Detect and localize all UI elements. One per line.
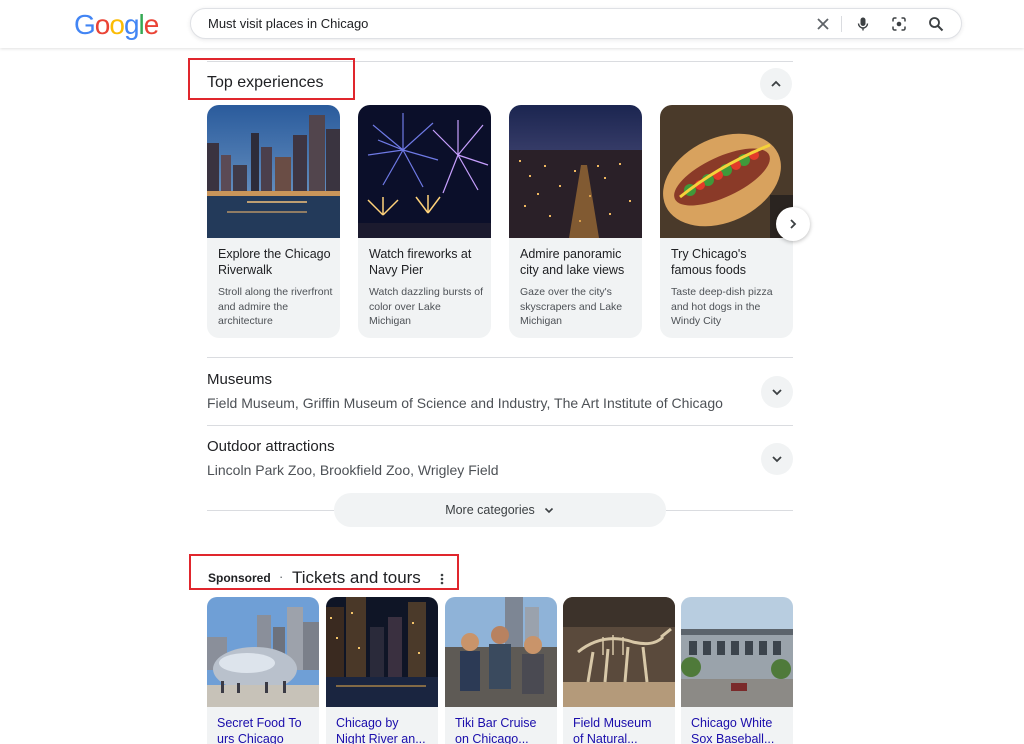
more-divider bbox=[666, 510, 793, 511]
fireworks-image bbox=[358, 105, 491, 238]
carousel-next-button[interactable] bbox=[776, 207, 810, 241]
more-categories-button[interactable]: More categories bbox=[334, 493, 666, 527]
lens-icon[interactable] bbox=[889, 14, 909, 34]
card-description: Taste deep-dish pizza and hot dogs in th… bbox=[671, 286, 773, 327]
sponsored-label: Sponsored bbox=[208, 571, 271, 585]
logo-letter: o bbox=[109, 9, 125, 40]
panoramic-view-image bbox=[509, 105, 642, 238]
tour-card[interactable]: Secret Food To urs Chicago bbox=[207, 597, 319, 744]
top-experiences-title: Top experiences bbox=[207, 74, 324, 91]
tour-title-line: Tiki Bar Cruise bbox=[455, 716, 537, 730]
tour-title: Tiki Bar Cruise on Chicago... bbox=[455, 715, 551, 744]
category-divider bbox=[207, 425, 793, 426]
tour-card[interactable]: Chicago by Night River an... bbox=[326, 597, 438, 744]
card-title: Try Chicago's famous foods bbox=[671, 247, 747, 277]
tour-card[interactable]: Tiki Bar Cruise on Chicago... bbox=[445, 597, 557, 744]
night-river-image bbox=[326, 597, 438, 707]
riverwalk-image bbox=[207, 105, 340, 238]
logo-letter: g bbox=[123, 9, 140, 40]
category-title[interactable]: Outdoor attractions bbox=[207, 438, 335, 455]
tour-title: Chicago White Sox Baseball... bbox=[691, 715, 787, 744]
collapse-button[interactable] bbox=[760, 68, 792, 100]
experience-card[interactable]: Admire panoramic city and lake views Gaz… bbox=[509, 105, 642, 338]
tour-title-line: Night River an... bbox=[336, 732, 426, 744]
card-title: Explore the Chicago Riverwalk bbox=[218, 247, 331, 277]
tour-card[interactable]: Chicago White Sox Baseball... bbox=[681, 597, 793, 744]
clear-icon[interactable] bbox=[813, 14, 833, 34]
experience-card[interactable]: Watch fireworks at Navy Pier Watch dazzl… bbox=[358, 105, 491, 338]
tour-title: Field Museum of Natural... bbox=[573, 715, 669, 744]
category-items: Field Museum, Griffin Museum of Science … bbox=[207, 395, 723, 411]
ballpark-image bbox=[681, 597, 793, 707]
logo-letter: o bbox=[94, 9, 111, 40]
category-title[interactable]: Museums bbox=[207, 371, 272, 388]
search-icon[interactable] bbox=[926, 14, 946, 34]
hot-dog-image bbox=[660, 105, 793, 238]
header: Google bbox=[0, 0, 1024, 48]
chevron-up-icon bbox=[771, 80, 781, 87]
tour-title: Secret Food To urs Chicago bbox=[217, 715, 313, 744]
search-divider bbox=[841, 16, 842, 32]
tour-title-line: Field Museum bbox=[573, 716, 652, 730]
category-items: Lincoln Park Zoo, Brookfield Zoo, Wrigle… bbox=[207, 462, 499, 478]
card-title: Watch fireworks at Navy Pier bbox=[369, 247, 472, 277]
experience-card[interactable]: Try Chicago's famous foods Taste deep-di… bbox=[660, 105, 793, 338]
tour-title-line: Sox Baseball... bbox=[691, 732, 775, 744]
more-categories-label: More categories bbox=[445, 503, 535, 517]
tour-title-line: of Natural... bbox=[573, 732, 638, 744]
search-box bbox=[190, 8, 962, 39]
tour-title-line: on Chicago... bbox=[455, 732, 529, 744]
expand-button[interactable] bbox=[761, 443, 793, 475]
chevron-down-icon bbox=[772, 456, 782, 463]
tour-card[interactable]: Field Museum of Natural... bbox=[563, 597, 675, 744]
dinosaur-skeleton-image bbox=[563, 597, 675, 707]
tickets-tours-title: Tickets and tours bbox=[292, 568, 421, 587]
search-input[interactable] bbox=[208, 9, 788, 38]
chevron-down-icon bbox=[544, 507, 553, 514]
card-description: Gaze over the city's skyscrapers and Lak… bbox=[520, 286, 623, 327]
more-divider bbox=[207, 510, 334, 511]
card-title: Admire panoramic city and lake views bbox=[520, 247, 625, 277]
cloud-gate-image bbox=[207, 597, 319, 707]
tour-title: Chicago by Night River an... bbox=[336, 715, 432, 744]
tour-title-line: Chicago by bbox=[336, 716, 399, 730]
category-divider bbox=[207, 357, 793, 358]
expand-button[interactable] bbox=[761, 376, 793, 408]
tour-title-line: Chicago White bbox=[691, 716, 773, 730]
dot-separator: · bbox=[279, 569, 284, 584]
card-description: Stroll along the riverfront and admire t… bbox=[218, 286, 333, 327]
google-logo[interactable]: Google bbox=[74, 9, 160, 41]
microphone-icon[interactable] bbox=[853, 14, 873, 34]
experience-card[interactable]: Explore the Chicago Riverwalk Stroll alo… bbox=[207, 105, 340, 338]
tiki-cruise-image bbox=[445, 597, 557, 707]
chevron-down-icon bbox=[772, 389, 782, 396]
tour-title-line: urs Chicago bbox=[217, 732, 284, 744]
logo-letter: e bbox=[143, 9, 160, 40]
card-description: Watch dazzling bursts of color over Lake… bbox=[369, 286, 483, 327]
logo-letter: G bbox=[74, 9, 96, 40]
tour-title-line: Secret Food To bbox=[217, 716, 302, 730]
chevron-right-icon bbox=[790, 219, 797, 229]
more-options-icon[interactable] bbox=[434, 571, 450, 587]
